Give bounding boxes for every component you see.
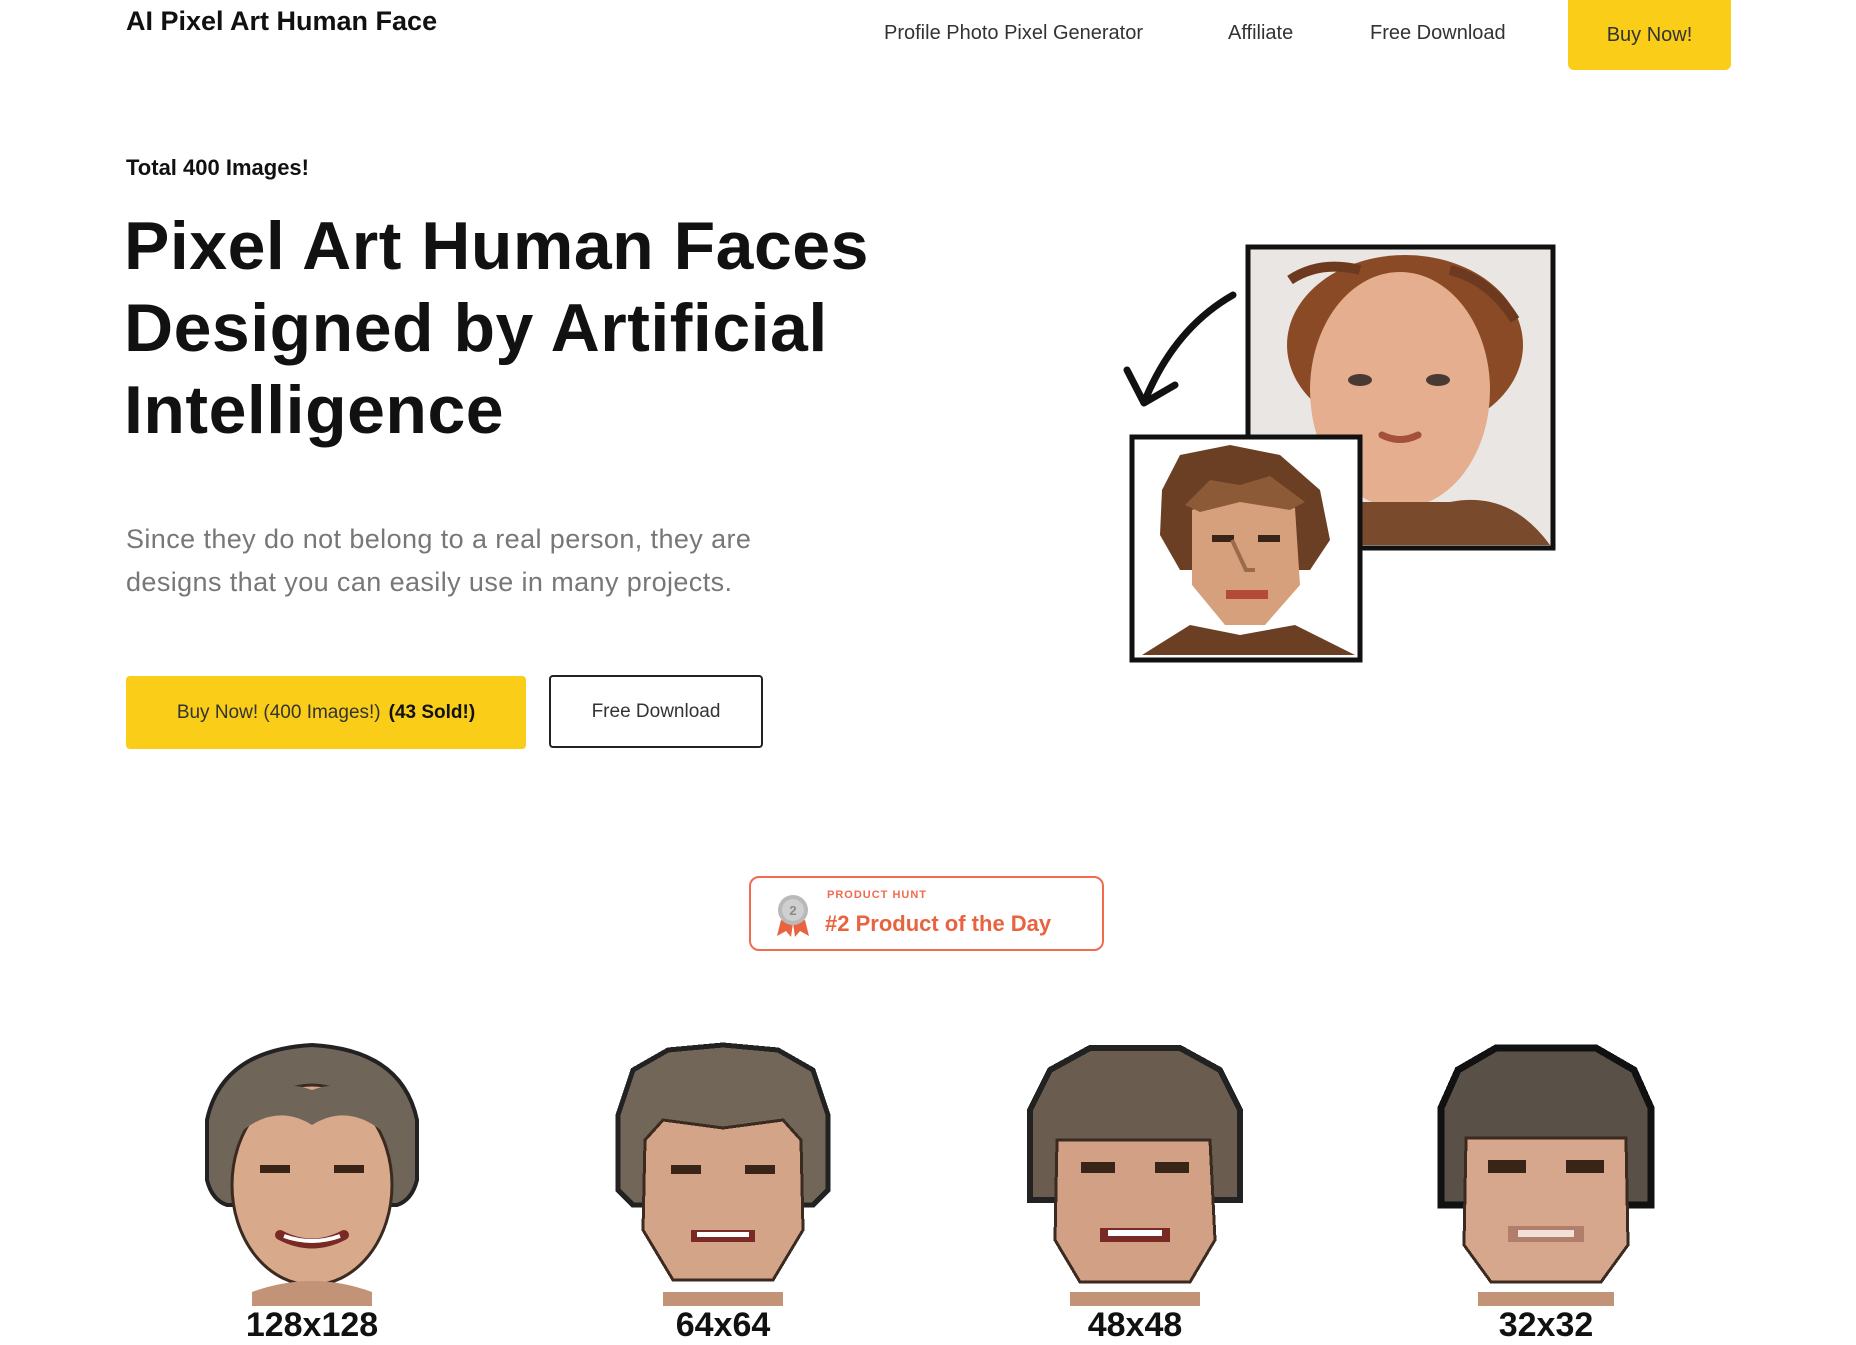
buy-now-button[interactable]: Buy Now! (400 Images!) (43 Sold!) xyxy=(126,676,526,749)
product-hunt-label: PRODUCT HUNT xyxy=(827,889,927,901)
sold-count-label: (43 Sold!) xyxy=(388,701,476,723)
nav-buy-button[interactable]: Buy Now! xyxy=(1568,0,1731,70)
top-nav: AI Pixel Art Human Face Profile Photo Pi… xyxy=(0,0,1856,80)
free-download-button[interactable]: Free Download xyxy=(549,675,763,748)
buy-now-label: Buy Now! (400 Images!) xyxy=(176,701,381,723)
brand-logo[interactable]: AI Pixel Art Human Face xyxy=(126,6,437,37)
page-title: Pixel Art Human Faces Designed by Artifi… xyxy=(124,208,869,448)
size-label-128: 128x128 xyxy=(245,1306,379,1344)
size-card-64: 64x64 xyxy=(573,1030,873,1344)
product-hunt-badge[interactable]: 2 PRODUCT HUNT #2 Product of the Day xyxy=(749,876,1104,951)
hero-illustration xyxy=(1120,240,1560,670)
medal-icon: 2 xyxy=(773,894,813,943)
nav-link-profile-photo-pixel-generator[interactable]: Profile Photo Pixel Generator xyxy=(884,22,1143,45)
image-count-eyebrow: Total 400 Images! xyxy=(126,155,309,180)
pixel-face-48-image xyxy=(1027,1045,1243,1306)
pixel-face-32-image xyxy=(1437,1044,1655,1306)
product-of-the-day-label: #2 Product of the Day xyxy=(825,911,1052,936)
medal-number: 2 xyxy=(789,903,796,918)
arrow-down-left-icon xyxy=(1123,291,1237,407)
size-label-32: 32x32 xyxy=(1498,1306,1594,1344)
size-card-128: 128x128 xyxy=(162,1030,462,1344)
size-card-48: 48x48 xyxy=(985,1030,1285,1344)
pixel-face-64-image xyxy=(615,1042,831,1306)
nav-link-affiliate[interactable]: Affiliate xyxy=(1228,22,1293,45)
hero-subtitle: Since they do not belong to a real perso… xyxy=(126,524,752,597)
pixel-art-image xyxy=(1129,434,1363,663)
size-label-48: 48x48 xyxy=(1087,1306,1183,1344)
pixel-face-128-image xyxy=(205,1042,419,1306)
size-card-32: 32x32 xyxy=(1396,1030,1696,1344)
size-label-64: 64x64 xyxy=(675,1306,771,1344)
nav-link-free-download[interactable]: Free Download xyxy=(1370,22,1506,45)
